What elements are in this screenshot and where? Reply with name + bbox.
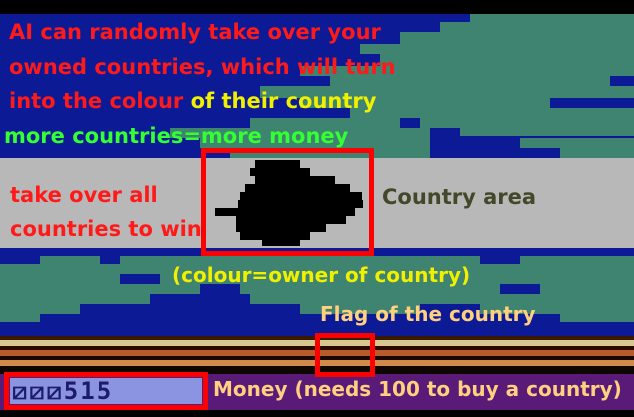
money-counter: ⧄⧄⧄515 [12,377,114,405]
annotation-win-line2: countries to win [10,217,202,241]
annotation-ai-line1: AI can randomly take over your [9,20,381,44]
annotation-ai-line3a: into the colour [9,89,191,113]
annotation-ai-line2: owned countries, which will turn [9,55,396,79]
annotation-more-money: more countries=more money [4,124,349,148]
bottom-border [0,410,634,417]
annotation-flag: Flag of the country [320,302,536,326]
top-border [0,0,634,14]
annotation-win-line1: take over all [10,183,158,207]
country-area-box [201,148,374,256]
annotation-ai-line3b: of their country [190,89,377,113]
annotation-money: Money (needs 100 to buy a country) [213,377,622,401]
annotation-country-area: Country area [382,185,537,209]
annotation-ai-line3: into the colour of their country [9,89,376,113]
game-screen: ⧄⧄⧄515 AI can randomly take over your ow… [0,0,634,417]
flag-box [315,333,375,377]
annotation-colour-owner: (colour=owner of country) [172,263,471,287]
